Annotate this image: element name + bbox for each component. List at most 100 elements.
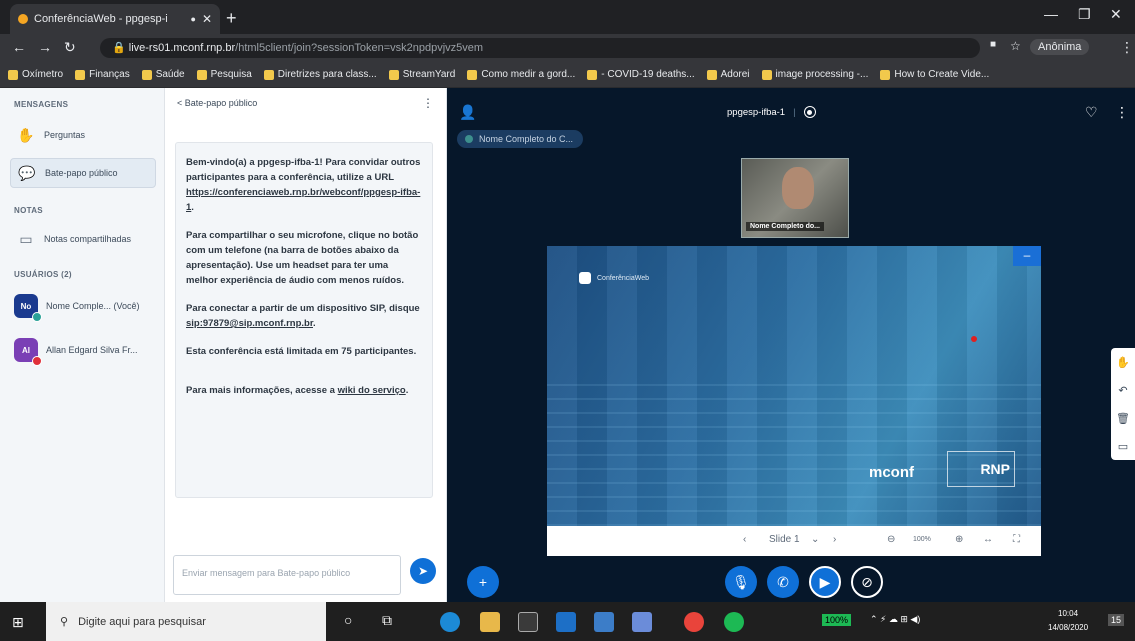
store-icon[interactable]	[518, 612, 538, 632]
zoom-out-icon[interactable]: ⊖	[887, 534, 895, 545]
talking-indicator: Nome Completo do C...	[457, 130, 584, 148]
welcome-info-text: Para mais informações, acesse a	[186, 385, 335, 396]
conference-name: ppgesp-ifba-1	[727, 106, 786, 118]
audio-button[interactable]: ✆	[767, 566, 799, 598]
back-icon[interactable]: ←	[12, 39, 26, 55]
cortana-icon[interactable]: ○	[344, 612, 364, 632]
bookmark-icon	[761, 69, 772, 80]
clock-date: 14/08/2020	[1048, 623, 1089, 632]
sidebar-item-public-chat[interactable]: 💬 Bate-papo público	[10, 158, 156, 188]
hand-tool-icon[interactable]: ✋	[1116, 356, 1130, 369]
tray-icons[interactable]: ⌃ ⚡ ☁ ⊞ ◀)	[870, 614, 920, 625]
send-button[interactable]: ➤	[410, 558, 436, 584]
bookmark-item[interactable]: image processing -...	[761, 69, 868, 80]
task-view-icon[interactable]: ⧉	[382, 612, 402, 632]
profile-button[interactable]: Anônima	[1030, 39, 1090, 55]
bookmark-item[interactable]: Diretrizes para class...	[263, 69, 377, 80]
chat-options-icon[interactable]: ⋮	[422, 96, 434, 110]
address-bar-row: ← → ↻ 🔒 live-rs01.mconf.rnp.br/html5clie…	[0, 34, 1135, 62]
taskbar-search[interactable]: ⚲ Digite aqui para pesquisar	[46, 602, 326, 641]
spotify-icon[interactable]	[724, 612, 744, 632]
trash-icon[interactable]: 🗑	[1116, 412, 1130, 425]
bookmark-icon	[263, 69, 274, 80]
notification-center[interactable]: 15	[1108, 614, 1125, 626]
close-window-icon[interactable]: ✕	[1110, 6, 1122, 23]
taskbar-clock[interactable]: 10:04 14/08/2020	[1048, 607, 1088, 635]
slide-selector[interactable]: Slide 1	[769, 534, 800, 545]
star-icon[interactable]: ☆	[1010, 39, 1021, 53]
maximize-icon[interactable]: ❐	[1078, 6, 1091, 23]
heart-icon[interactable]: ♡	[1085, 104, 1098, 121]
welcome-message: Bem-vindo(a) a ppgesp-ifba-1! Para convi…	[175, 142, 433, 498]
sidebar: MENSAGENS ✋ Perguntas 💬 Bate-papo públic…	[0, 88, 165, 602]
participant-face	[782, 167, 814, 209]
edge-icon[interactable]	[440, 612, 460, 632]
user-list-toggle-icon[interactable]: 👤	[459, 104, 476, 121]
bookmark-item[interactable]: Saúde	[141, 69, 185, 80]
bookmark-item[interactable]: Finanças	[75, 69, 130, 80]
screen-share-off-icon: ⊘	[861, 573, 873, 590]
camera-indicator-icon[interactable]: ■	[990, 39, 996, 50]
microphone-button[interactable]: 🎙	[725, 566, 757, 598]
screen-share-button[interactable]: ⊘	[851, 566, 883, 598]
conference-url-link[interactable]: https://conferenciaweb.rnp.br/webconf/pp…	[186, 187, 420, 213]
user-list-item[interactable]: No Nome Comple... (Você)	[14, 294, 164, 322]
prev-slide-icon[interactable]: ‹	[743, 534, 746, 545]
bookmark-label: How to Create Vide...	[894, 69, 990, 80]
forward-icon[interactable]: →	[38, 39, 52, 55]
bookmark-label: Oxímetro	[22, 69, 64, 80]
bookmark-item[interactable]: StreamYard	[388, 69, 456, 80]
fullscreen-icon[interactable]: ⛶	[1013, 534, 1020, 545]
minimize-icon[interactable]: —	[1044, 6, 1058, 22]
chat-back-link[interactable]: < Bate-papo público	[177, 98, 257, 108]
bookmark-item[interactable]: Pesquisa	[196, 69, 252, 80]
user-list-item[interactable]: Al Allan Edgard Silva Fr...	[14, 338, 164, 366]
browser-menu-icon[interactable]: ⋮	[1120, 39, 1134, 56]
minimize-presentation-button[interactable]: –	[1013, 246, 1041, 266]
windows-start-icon[interactable]: ⊞	[12, 614, 28, 630]
sip-link[interactable]: sip:97879@sip.mconf.rnp.br	[186, 318, 313, 329]
welcome-mic-text: Para compartilhar o seu microfone, cliqu…	[186, 230, 419, 286]
bookmark-item[interactable]: - COVID-19 deaths...	[587, 69, 695, 80]
slack-icon[interactable]	[632, 612, 652, 632]
presentation-slide[interactable]: – ConferênciaWeb mconf RNP	[547, 246, 1041, 526]
actions-button[interactable]: +	[467, 566, 499, 598]
zoom-in-icon[interactable]: ⊕	[955, 534, 963, 545]
close-tab-icon[interactable]: ✕	[202, 12, 212, 26]
audio-icon[interactable]: ●	[191, 14, 196, 24]
webcam-button[interactable]: ▶	[809, 566, 841, 598]
fit-width-icon[interactable]: ↔	[983, 534, 993, 545]
lync-icon[interactable]	[556, 612, 576, 632]
bookmark-item[interactable]: Como medir a gord...	[467, 69, 575, 80]
browser-tab[interactable]: ConferênciaWeb - ppgesp-i ● ✕	[10, 4, 220, 34]
undo-icon[interactable]: ↶	[1118, 384, 1127, 397]
laser-pointer	[971, 336, 977, 342]
phone-icon: ✆	[777, 573, 789, 590]
record-icon[interactable]	[803, 106, 816, 118]
mail-icon[interactable]	[594, 612, 614, 632]
options-menu-icon[interactable]: ⋮	[1115, 104, 1129, 121]
bookmark-item[interactable]: Adorei	[706, 69, 750, 80]
reload-icon[interactable]: ↻	[64, 39, 76, 56]
rnp-logo: RNP	[947, 451, 1015, 487]
chevron-down-icon[interactable]: ⌄	[811, 534, 819, 545]
wiki-link[interactable]: wiki do serviço	[338, 385, 406, 396]
new-tab-button[interactable]: +	[226, 8, 237, 29]
sidebar-item-shared-notes[interactable]: ▭ Notas compartilhadas	[10, 224, 156, 254]
chrome-icon[interactable]	[684, 612, 704, 632]
bookmark-label: StreamYard	[402, 69, 456, 80]
url-field[interactable]: 🔒 live-rs01.mconf.rnp.br/html5client/joi…	[100, 38, 980, 58]
next-slide-icon[interactable]: ›	[833, 534, 836, 545]
bookmark-item[interactable]: How to Create Vide...	[880, 69, 989, 80]
bookmark-item[interactable]: Oxímetro	[8, 69, 63, 80]
battery-indicator[interactable]: 100%	[822, 614, 852, 626]
chat-message-input[interactable]: Enviar mensagem para Bate-papo público	[173, 555, 401, 595]
multiuser-icon[interactable]: ▭	[1118, 440, 1128, 453]
file-explorer-icon[interactable]	[480, 612, 500, 632]
clock-time: 10:04	[1058, 609, 1079, 618]
webcam-video[interactable]: Nome Completo do...	[741, 158, 849, 238]
lock-icon: 🔒	[112, 42, 129, 54]
users-section-title: USUÁRIOS (2)	[14, 270, 72, 279]
sidebar-item-questions[interactable]: ✋ Perguntas	[10, 120, 156, 150]
bookmark-icon	[706, 69, 717, 80]
